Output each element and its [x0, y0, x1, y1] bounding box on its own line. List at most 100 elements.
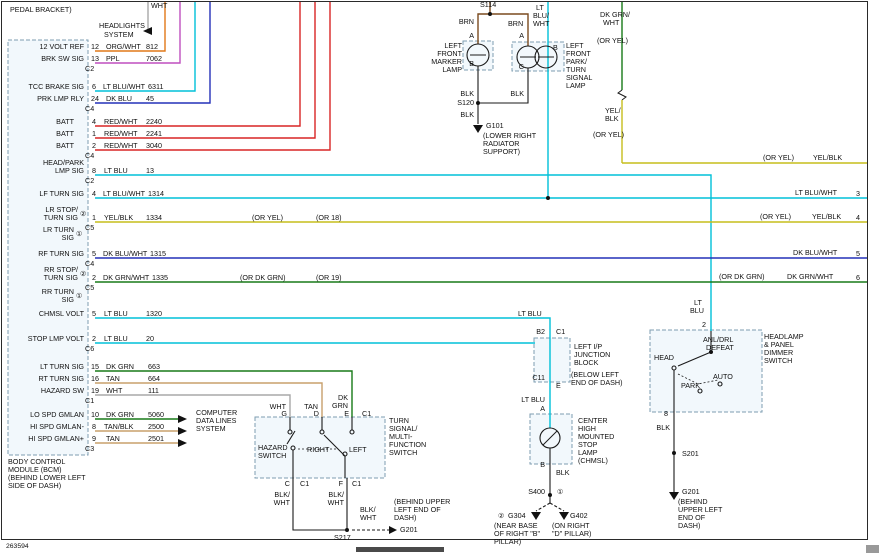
- splice-dot: [345, 528, 349, 532]
- diagram-label: C: [519, 63, 524, 71]
- diagram-label: 812: [146, 43, 158, 51]
- diagram-label: BLK: [656, 424, 670, 432]
- diagram-label: (OR YEL): [763, 154, 794, 162]
- diagram-label: (OR DK GRN): [240, 274, 286, 282]
- diagram-label: PILLAR): [494, 538, 521, 546]
- diagram-label: 24: [91, 95, 99, 103]
- diagram-label: ①: [76, 230, 82, 238]
- diagram-label: SWITCH: [389, 449, 417, 457]
- splice-dot: [488, 12, 492, 16]
- diagram-label: 16: [91, 375, 99, 383]
- diagram-label: C: [285, 480, 290, 488]
- wire: [536, 503, 550, 511]
- diagram-label: TAN: [106, 375, 120, 383]
- diagram-label: RF TURN SIG: [38, 250, 84, 258]
- wire: [478, 14, 490, 44]
- diagram-label: WHT: [106, 387, 122, 395]
- diagram-label: ②: [80, 210, 86, 218]
- diagram-label: DASH): [394, 514, 416, 522]
- diagram-label: BLK: [460, 111, 474, 119]
- diagram-label: 10: [91, 411, 99, 419]
- diagram-label: LT BLU: [518, 310, 542, 318]
- diagram-label: 20: [146, 335, 154, 343]
- arrow-symbol: [473, 125, 483, 133]
- diagram-label: C5: [85, 224, 94, 232]
- diagram-label: 4: [856, 214, 860, 222]
- diagram-label: 6: [92, 83, 96, 91]
- diagram-label: (OR DK GRN): [719, 273, 765, 281]
- diagram-label: WHT: [533, 20, 549, 28]
- diagram-label: HAZARD SW: [41, 387, 84, 395]
- diagram-label: RED/WHT: [104, 130, 138, 138]
- diagram-label: SIG: [62, 234, 74, 242]
- diagram-label: PPL: [106, 55, 120, 63]
- diagram-label: C11: [532, 374, 545, 382]
- diagram-label: 2: [92, 335, 96, 343]
- diagram-label: (OR YEL): [597, 37, 628, 45]
- diagram-label: BRN: [508, 20, 523, 28]
- diagram-label: (OR 19): [316, 274, 342, 282]
- diagram-label: C4: [85, 105, 94, 113]
- diagram-label: (OR YEL): [252, 214, 283, 222]
- diagram-label: G201: [682, 488, 700, 496]
- splice-dot: [546, 196, 550, 200]
- diagram-label: 111: [148, 387, 159, 395]
- diagram-label: BLK: [460, 90, 474, 98]
- diagram-label: BLK: [510, 90, 524, 98]
- diagram-label: 4: [92, 190, 96, 198]
- arrow-symbol: [531, 512, 541, 520]
- diagram-label: LT BLU/WHT: [795, 189, 837, 197]
- diagram-label: DK GRN: [106, 363, 134, 371]
- diagram-label: 12: [91, 43, 99, 51]
- diagram-label: LT TURN SIG: [40, 363, 84, 371]
- diagram-label: DK GRN/WHT: [787, 273, 833, 281]
- diagram-label: YEL/BLK: [104, 214, 133, 222]
- diagram-label: CHMSL VOLT: [39, 310, 84, 318]
- diagram-label: LT BLU: [104, 310, 128, 318]
- diagram-label: DASH): [678, 522, 700, 530]
- diagram-label: AUTO: [713, 373, 733, 381]
- diagram-label: SYSTEM: [104, 31, 134, 39]
- diagram-label: 1335: [152, 274, 168, 282]
- diagram-label: SYSTEM: [196, 425, 226, 433]
- diagram-label: ②: [498, 512, 504, 520]
- diagram-label: DK GRN/WHT: [103, 274, 149, 282]
- diagram-label: LAMP: [566, 82, 586, 90]
- diagram-label: LAMP: [442, 66, 462, 74]
- diagram-label: 1: [92, 130, 96, 138]
- diagram-label: LT BLU: [521, 396, 545, 404]
- diagram-label: G101: [486, 122, 504, 130]
- window-corner: [866, 545, 879, 553]
- diagram-label: S400: [528, 488, 545, 496]
- diagram-label: SUPPORT): [483, 148, 520, 156]
- diagram-label: S114: [480, 1, 496, 9]
- wire: [95, 318, 550, 339]
- diagram-label: 8: [92, 423, 96, 431]
- diagram-label: 4: [92, 118, 96, 126]
- diagram-label: 5: [92, 250, 96, 258]
- diagram-label: BATT: [56, 118, 74, 126]
- diagram-label: S217: [334, 534, 351, 542]
- diagram-label: 6311: [148, 83, 163, 91]
- diagram-label: B2: [536, 328, 545, 336]
- diagram-label: 9: [92, 435, 96, 443]
- diagram-label: 12 VOLT REF: [40, 43, 84, 51]
- diagram-label: 263594: [6, 543, 29, 550]
- diagram-label: 8: [92, 167, 96, 175]
- diagram-label: 19: [91, 387, 99, 395]
- diagram-label: HEAD: [654, 354, 674, 362]
- diagram-label: TURN SIG: [44, 274, 78, 282]
- diagram-label: C4: [85, 260, 94, 268]
- diagram-label: WHT: [151, 2, 167, 10]
- diagram-label: SWITCH: [258, 452, 286, 460]
- diagram-label: HI SPD GMLAN-: [30, 423, 84, 431]
- diagram-label: LF TURN SIG: [39, 190, 84, 198]
- diagram-label: DK BLU/WHT: [103, 250, 147, 258]
- diagram-label: 5: [856, 250, 860, 258]
- scrollbar-thumb[interactable]: [356, 547, 444, 552]
- diagram-label: 6: [856, 274, 860, 282]
- diagram-label: LT BLU: [104, 167, 128, 175]
- diagram-label: DK GRN: [106, 411, 134, 419]
- diagram-label: C6: [85, 345, 94, 353]
- diagram-label: 5: [92, 310, 96, 318]
